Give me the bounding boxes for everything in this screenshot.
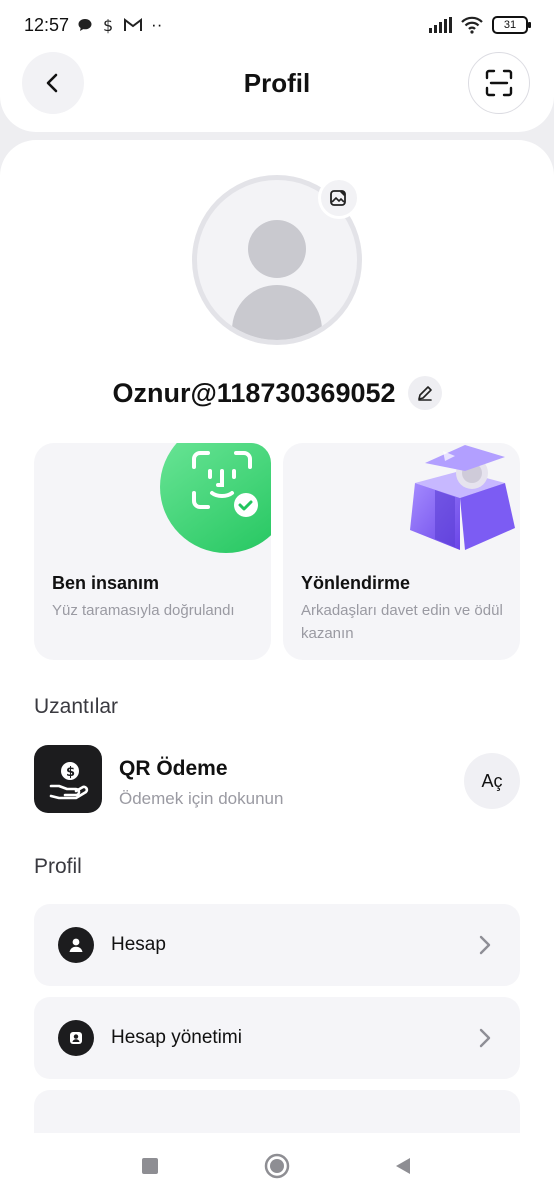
- chevron-right-icon: [474, 934, 496, 956]
- svg-text:$: $: [103, 16, 113, 34]
- card-title: Yönlendirme: [301, 573, 411, 593]
- account-manage-glyph: [70, 1032, 82, 1044]
- back-nav-button[interactable]: [388, 1151, 418, 1181]
- mail-notification-icon: [124, 18, 143, 31]
- face-id-icon: [192, 451, 258, 517]
- header: Profil: [0, 50, 554, 132]
- profile-section-title: Profil: [34, 855, 82, 878]
- square-icon: [142, 1158, 158, 1174]
- scan-button[interactable]: [468, 52, 530, 114]
- username: Oznur@118730369052: [112, 377, 396, 408]
- face-scan-graphic: [160, 443, 271, 553]
- status-right: 31: [428, 16, 531, 34]
- menu-item-account[interactable]: Hesap: [34, 904, 520, 986]
- home-circle-icon: [264, 1153, 290, 1179]
- open-button[interactable]: Aç: [464, 753, 520, 809]
- user-glyph: [69, 938, 83, 952]
- battery-level: 31: [503, 19, 517, 31]
- hand-coin-icon: $: [49, 762, 89, 800]
- avatar-body: [232, 285, 322, 340]
- pencil-icon: [417, 386, 432, 401]
- wifi-icon: [461, 16, 483, 34]
- menu-item-label: Hesap: [111, 934, 166, 955]
- card-title: Ben insanım: [52, 573, 160, 593]
- account-manage-icon: [58, 1020, 94, 1056]
- status-left: 12:57 $ ··: [24, 15, 162, 36]
- edit-username-button[interactable]: [407, 376, 442, 410]
- referral-card[interactable]: Yönlendirme Arkadaşları davet edin ve öd…: [283, 443, 520, 660]
- extension-subtitle: Ödemek için dokunun: [119, 789, 284, 808]
- status-time: 12:57: [24, 14, 70, 35]
- status-bar: 12:57 $ ·· 31: [0, 0, 554, 50]
- avatar-head: [248, 220, 306, 278]
- image-edit-icon: [330, 190, 346, 206]
- svg-text:$: $: [66, 765, 75, 780]
- more-notifications-dots: ··: [151, 15, 163, 34]
- change-photo-button[interactable]: [318, 177, 360, 219]
- triangle-back-icon: [396, 1158, 410, 1174]
- dollar-notification-icon: $: [103, 16, 113, 34]
- card-subtitle: Yüz taramasıyla doğrulandı: [52, 602, 235, 619]
- system-navigation-bar: [0, 1133, 554, 1200]
- gift-box-icon: [410, 445, 515, 550]
- recent-apps-button[interactable]: [135, 1151, 165, 1181]
- qr-payment-app-icon: $: [34, 745, 102, 813]
- human-verification-card[interactable]: Ben insanım Yüz taramasıyla doğrulandı: [34, 443, 271, 660]
- username-row: Oznur@118730369052: [0, 376, 554, 410]
- chat-notification-icon: [78, 19, 92, 31]
- menu-item-account-management[interactable]: Hesap yönetimi: [34, 997, 520, 1079]
- user-icon: [58, 927, 94, 963]
- qr-payment-extension[interactable]: $ QR Ödeme Ödemek için dokunun Aç: [34, 745, 520, 813]
- extension-title: QR Ödeme: [119, 757, 228, 780]
- menu-item-label: Hesap yönetimi: [111, 1027, 242, 1048]
- home-button[interactable]: [262, 1151, 292, 1181]
- profile-content: Oznur@118730369052 Ben insanım Yüz taram…: [0, 140, 554, 1140]
- card-subtitle: Arkadaşları davet edin ve ödül kazanın: [301, 602, 503, 642]
- extensions-section-title: Uzantılar: [34, 695, 119, 718]
- scan-icon: [485, 69, 513, 97]
- battery-indicator: 31: [492, 16, 531, 34]
- signal-icon: [429, 17, 452, 33]
- chevron-right-icon: [474, 1027, 496, 1049]
